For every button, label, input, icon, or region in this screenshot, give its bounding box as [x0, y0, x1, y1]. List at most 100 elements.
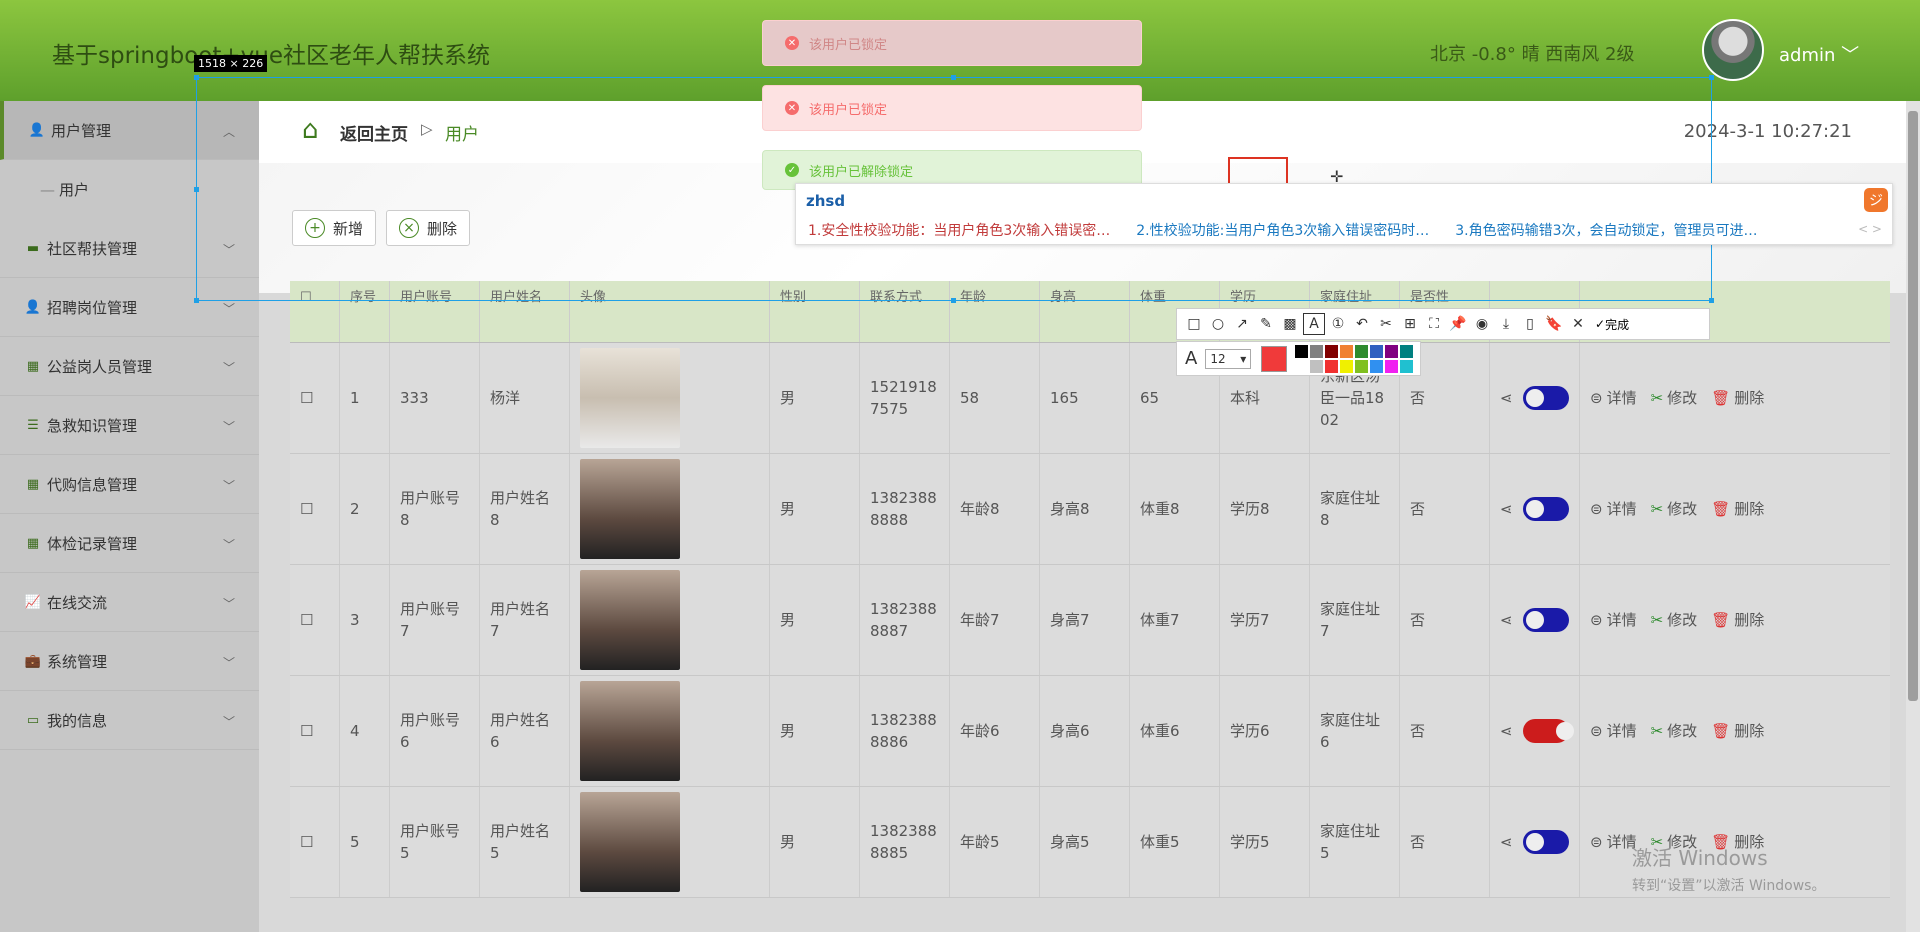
- color-swatch[interactable]: [1310, 344, 1324, 358]
- status-toggle[interactable]: [1522, 830, 1569, 854]
- font-size-select[interactable]: 12 ▾: [1205, 348, 1252, 369]
- avatar-photo[interactable]: [580, 792, 680, 892]
- undo-icon[interactable]: ↶: [1351, 313, 1373, 335]
- color-swatch[interactable]: [1400, 344, 1414, 358]
- sidebar-item-my-info[interactable]: ▭ 我的信息 ﹀: [0, 691, 259, 750]
- record-icon[interactable]: ◉: [1471, 313, 1493, 335]
- sidebar-item-community-help[interactable]: ▬ 社区帮扶管理 ﹀: [0, 219, 259, 278]
- current-color-swatch[interactable]: [1261, 345, 1288, 372]
- ocr-icon[interactable]: ⊞: [1399, 313, 1421, 335]
- breadcrumb-home[interactable]: 返回主页: [340, 120, 408, 145]
- avatar-photo[interactable]: [580, 681, 680, 781]
- add-button[interactable]: + 新增: [292, 210, 377, 246]
- sidebar-item-first-aid[interactable]: ☰ 急救知识管理 ﹀: [0, 396, 259, 455]
- bookmark-icon[interactable]: 🔖: [1543, 313, 1565, 335]
- ime-candidate[interactable]: 3.角色密码输错3次，会自动锁定，管理员可进…: [1455, 220, 1757, 240]
- color-swatch[interactable]: [1295, 359, 1309, 373]
- batch-delete-button[interactable]: × 删除: [386, 210, 471, 246]
- phone-icon[interactable]: ▯: [1519, 313, 1541, 335]
- close-icon[interactable]: ✕: [1567, 313, 1589, 335]
- user-menu[interactable]: admin ﹀: [1779, 41, 1859, 67]
- cell-weight: 体重5: [1130, 787, 1220, 897]
- edit-button[interactable]: ✂ 修改: [1651, 720, 1698, 742]
- text-tool-icon[interactable]: A: [1303, 313, 1325, 335]
- status-toggle[interactable]: [1522, 497, 1569, 521]
- screenshot-icon[interactable]: ✂: [1375, 313, 1397, 335]
- download-icon[interactable]: ⤓: [1495, 313, 1517, 335]
- row-checkbox[interactable]: ☐: [290, 454, 340, 564]
- sidebar-item-online-chat[interactable]: 📈 在线交流 ﹀: [0, 573, 259, 632]
- done-button[interactable]: ✓ 完成: [1595, 316, 1629, 333]
- detail-button[interactable]: ⊜ 详情: [1590, 387, 1637, 409]
- color-swatch[interactable]: [1355, 359, 1369, 373]
- delete-button[interactable]: 🗑 删除: [1711, 609, 1764, 631]
- color-swatch[interactable]: [1325, 359, 1339, 373]
- edit-button[interactable]: ✂ 修改: [1651, 387, 1698, 409]
- long-capture-icon[interactable]: ⛶: [1423, 313, 1445, 335]
- color-swatch[interactable]: [1355, 344, 1369, 358]
- row-checkbox[interactable]: ☐: [290, 787, 340, 897]
- col-header-account[interactable]: 用户账号: [390, 281, 480, 342]
- detail-button[interactable]: ⊜ 详情: [1590, 498, 1637, 520]
- color-swatch[interactable]: [1295, 344, 1309, 358]
- sidebar-subitem-user[interactable]: — 用户: [0, 160, 259, 219]
- col-header-gender[interactable]: 性别: [770, 281, 860, 342]
- sidebar-item-purchase-info[interactable]: ▦ 代购信息管理 ﹀: [0, 455, 259, 514]
- color-swatch[interactable]: [1385, 359, 1399, 373]
- edit-button[interactable]: ✂ 修改: [1651, 609, 1698, 631]
- mosaic-icon[interactable]: ▩: [1279, 313, 1301, 335]
- row-checkbox[interactable]: ☐: [290, 343, 340, 453]
- ime-page-arrows[interactable]: < >: [1858, 222, 1882, 236]
- arrow-icon[interactable]: ↗: [1231, 313, 1253, 335]
- color-swatch[interactable]: [1400, 359, 1414, 373]
- col-header-height[interactable]: 身高: [1040, 281, 1130, 342]
- col-header-avatar[interactable]: 头像: [570, 281, 770, 342]
- col-header-age[interactable]: 年龄: [950, 281, 1040, 342]
- sidebar-item-user-management[interactable]: 👤 用户管理 ︿: [0, 101, 259, 160]
- color-swatch[interactable]: [1340, 344, 1354, 358]
- sidebar-item-job-posts[interactable]: 👤 招聘岗位管理 ﹀: [0, 278, 259, 337]
- status-toggle[interactable]: [1522, 608, 1569, 632]
- ime-logo-icon[interactable]: ジ: [1864, 188, 1888, 212]
- ime-candidate[interactable]: 1.安全性校验功能：当用户角色3次输入错误密…: [808, 220, 1110, 240]
- row-checkbox[interactable]: ☐: [290, 676, 340, 786]
- avatar-photo[interactable]: [580, 348, 680, 448]
- delete-button[interactable]: 🗑 删除: [1711, 498, 1764, 520]
- color-swatch[interactable]: [1325, 344, 1339, 358]
- edit-button[interactable]: ✂ 修改: [1651, 498, 1698, 520]
- select-all-checkbox[interactable]: ☐: [290, 281, 340, 342]
- col-header-phone[interactable]: 联系方式: [860, 281, 950, 342]
- vertical-scrollbar[interactable]: [1906, 101, 1920, 932]
- text-style-panel: A 12 ▾: [1176, 341, 1421, 376]
- delete-button[interactable]: 🗑 删除: [1711, 720, 1764, 742]
- avatar-photo[interactable]: [580, 570, 680, 670]
- sidebar-item-health-check[interactable]: ▦ 体检记录管理 ﹀: [0, 514, 259, 573]
- home-icon[interactable]: ⌂: [302, 117, 330, 143]
- sidebar-item-volunteer-staff[interactable]: ▦ 公益岗人员管理 ﹀: [0, 337, 259, 396]
- cell-flag: 否: [1400, 676, 1490, 786]
- pen-icon[interactable]: ✎: [1255, 313, 1277, 335]
- ime-candidate[interactable]: 2.性校验功能:当用户角色3次输入错误密码时…: [1136, 220, 1429, 240]
- detail-button[interactable]: ⊜ 详情: [1590, 720, 1637, 742]
- avatar[interactable]: [1702, 19, 1764, 81]
- avatar-photo[interactable]: [580, 459, 680, 559]
- row-checkbox[interactable]: ☐: [290, 565, 340, 675]
- detail-button[interactable]: ⊜ 详情: [1590, 831, 1637, 853]
- color-swatch[interactable]: [1310, 359, 1324, 373]
- status-toggle[interactable]: [1522, 719, 1575, 743]
- col-header-no[interactable]: 序号: [340, 281, 390, 342]
- col-header-name[interactable]: 用户姓名: [480, 281, 570, 342]
- color-swatch[interactable]: [1370, 344, 1384, 358]
- rectangle-icon[interactable]: □: [1183, 313, 1205, 335]
- sidebar-item-system[interactable]: 💼 系统管理 ﹀: [0, 632, 259, 691]
- detail-button[interactable]: ⊜ 详情: [1590, 609, 1637, 631]
- pin-icon[interactable]: 📌: [1447, 313, 1469, 335]
- delete-button[interactable]: 🗑 删除: [1711, 387, 1764, 409]
- number-icon[interactable]: ①: [1327, 313, 1349, 335]
- ellipse-icon[interactable]: ○: [1207, 313, 1229, 335]
- scrollbar-thumb[interactable]: [1908, 111, 1918, 701]
- color-swatch[interactable]: [1370, 359, 1384, 373]
- color-swatch[interactable]: [1385, 344, 1399, 358]
- status-toggle[interactable]: [1522, 386, 1569, 410]
- color-swatch[interactable]: [1340, 359, 1354, 373]
